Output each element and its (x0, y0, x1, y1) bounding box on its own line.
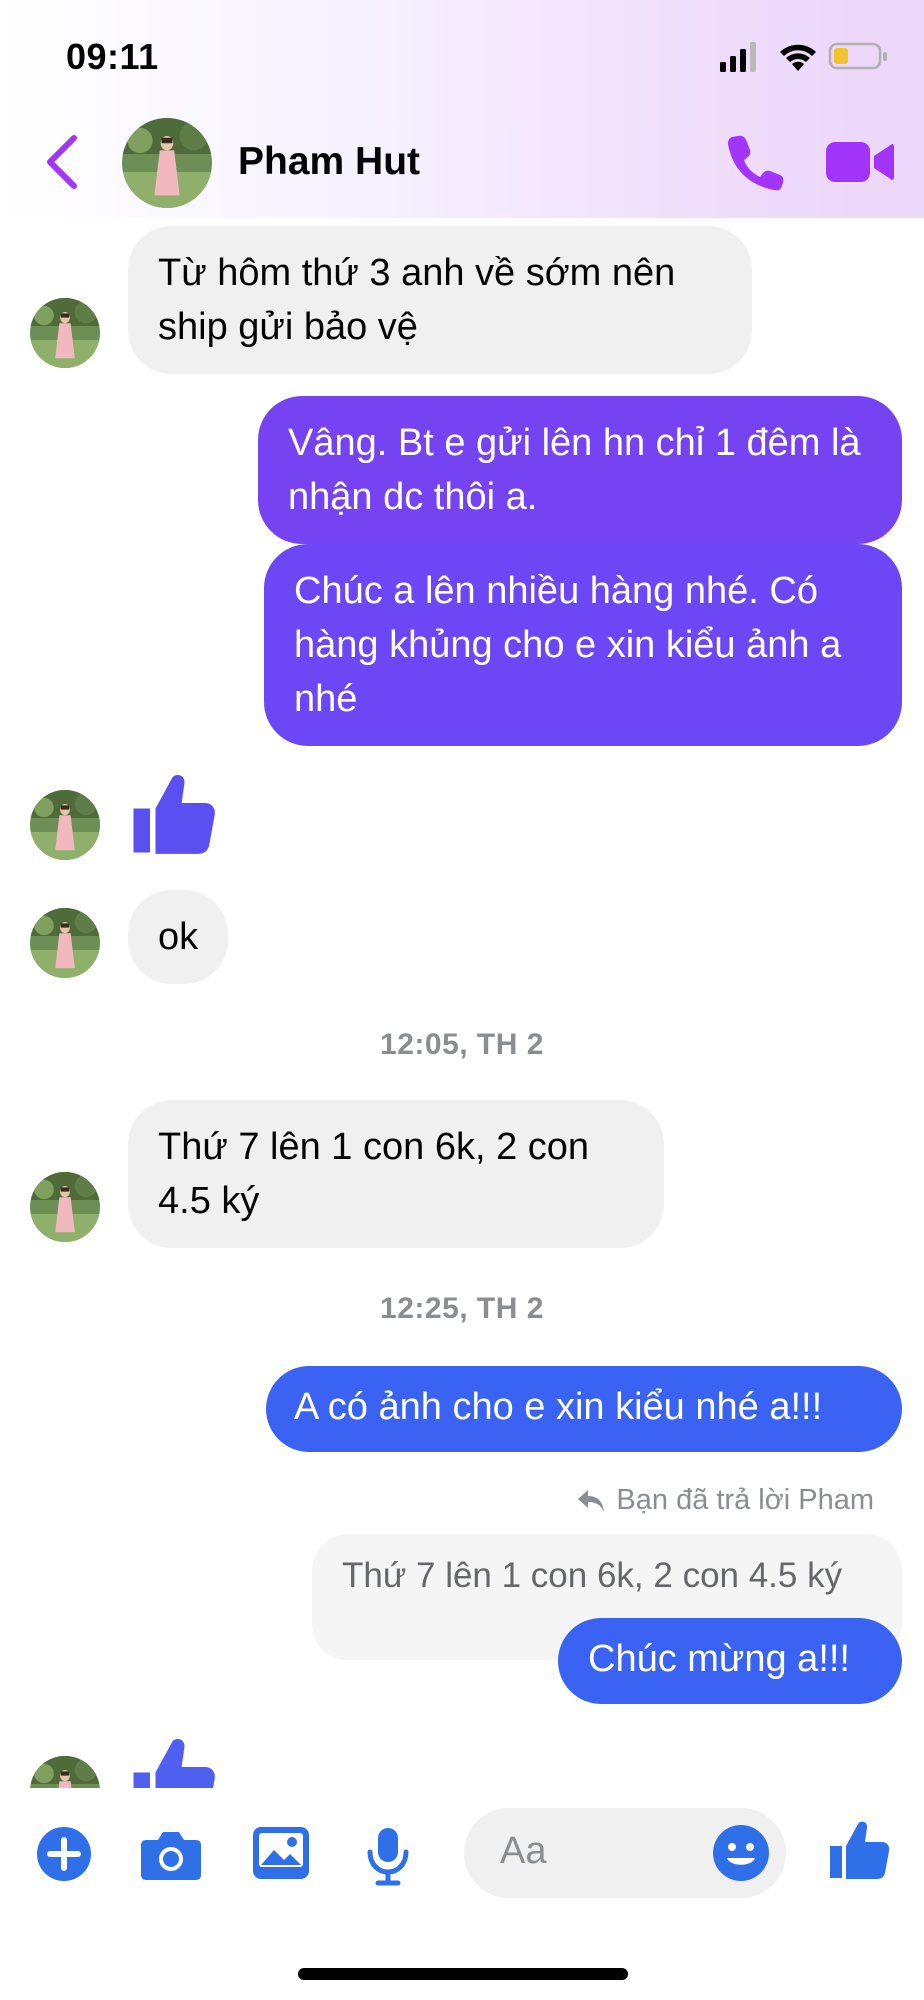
sender-avatar[interactable] (30, 1172, 100, 1242)
phone-icon[interactable] (724, 132, 784, 192)
plus-icon[interactable] (36, 1826, 92, 1882)
reply-arrow-icon (578, 1489, 605, 1512)
message-bubble-incoming[interactable]: Thứ 7 lên 1 con 6k, 2 con 4.5 ký (128, 1100, 664, 1248)
camera-icon[interactable] (140, 1826, 202, 1882)
message-bubble-outgoing[interactable]: A có ảnh cho e xin kiểu nhé a!!! (266, 1366, 902, 1452)
message-bubble-incoming[interactable]: ok (128, 890, 229, 984)
message-bubble-incoming[interactable]: Từ hôm thứ 3 anh về sớm nên ship gửi bảo… (128, 226, 752, 374)
message-input-placeholder[interactable]: Aa (500, 1830, 546, 1873)
message-input[interactable]: Aa (464, 1808, 786, 1898)
sender-avatar[interactable] (30, 298, 100, 368)
reply-caption: Bạn đã trả lời Pham (576, 1484, 874, 1517)
status-time: 09:11 (66, 36, 159, 77)
timestamp-divider: 12:05, TH 2 (380, 1028, 544, 1061)
reply-caption-text: Bạn đã trả lời Pham (616, 1484, 874, 1516)
status-icons (720, 42, 887, 72)
emoji-icon[interactable] (712, 1824, 770, 1882)
back-icon[interactable] (40, 132, 86, 192)
message-bubble-outgoing[interactable]: Vâng. Bt e gửi lên hn chỉ 1 đêm là nhận … (258, 396, 902, 544)
sender-avatar[interactable] (30, 790, 100, 860)
chat-header: 09:11 Pham Hut (0, 0, 924, 218)
wifi-icon (780, 44, 816, 71)
contact-name[interactable]: Pham Hut (238, 140, 420, 184)
message-bubble-outgoing[interactable]: Chúc a lên nhiều hàng nhé. Có hàng khủng… (264, 544, 902, 746)
signal-icon (720, 42, 756, 72)
message-bubble-outgoing[interactable]: Chúc mừng a!!! (558, 1618, 902, 1704)
microphone-icon[interactable] (364, 1826, 412, 1886)
sender-avatar[interactable] (30, 908, 100, 978)
timestamp-divider: 12:25, TH 2 (380, 1292, 544, 1325)
video-camera-icon[interactable] (826, 136, 894, 188)
gallery-icon[interactable] (252, 1826, 310, 1880)
battery-icon (828, 42, 887, 70)
like-sticker-icon[interactable] (128, 770, 216, 858)
like-icon[interactable] (826, 1818, 890, 1882)
contact-avatar[interactable] (122, 118, 212, 208)
home-indicator (298, 1968, 628, 1980)
